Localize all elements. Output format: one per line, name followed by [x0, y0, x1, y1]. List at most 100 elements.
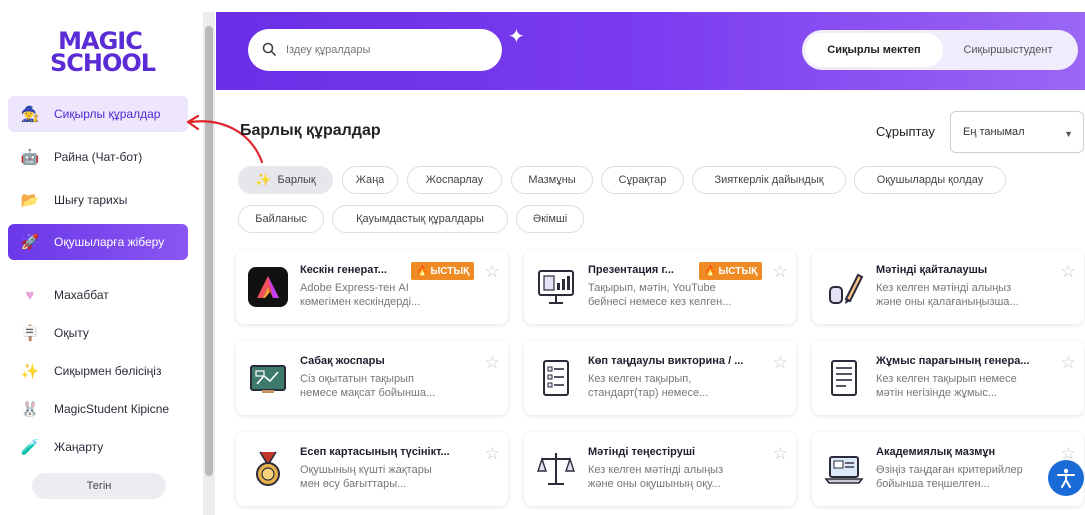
sidebar-item-training[interactable]: 🪧 Оқыту — [8, 315, 188, 351]
filter-chip-all[interactable]: ✨ Барлық — [238, 166, 333, 194]
card-title: Академиялық мазмұн — [876, 446, 996, 458]
card-title: Көп таңдаулы викторина / ... — [588, 355, 744, 367]
card-title: Жұмыс парағының генера... — [876, 355, 1030, 367]
heart-icon: ♥ — [25, 286, 35, 304]
card-description: Кез келген мәтінді алыңыз және оны қалаға… — [876, 282, 1019, 308]
tool-card-presentation-generator[interactable]: Презентация г... 🔥 ЫСТЫҚ Тақырып, мәтін, … — [524, 250, 796, 324]
card-description: Тақырып, мәтін, YouTube бейнесі немесе ке… — [588, 282, 732, 308]
filter-chip-new[interactable]: Жаңа — [342, 166, 398, 194]
robot-icon: 🤖 — [20, 149, 40, 166]
filter-chip-community-tools[interactable]: Қауымдастық құралдары — [332, 205, 508, 233]
sidebar-item-label: Махаббат — [54, 288, 109, 302]
sidebar-item-love[interactable]: ♥ Махаббат — [8, 277, 188, 313]
filter-chip-admin[interactable]: Әкімші — [516, 205, 584, 233]
hot-badge: 🔥 ЫСТЫҚ — [411, 262, 475, 280]
filter-chip-communication[interactable]: Байланыс — [238, 205, 324, 233]
tool-card-academic-content[interactable]: Академиялық мазмұн Өзіңіз таңдаған крите… — [812, 432, 1084, 506]
sort-value: Ең танымал — [963, 126, 1025, 138]
card-title: Сабақ жоспары — [300, 355, 385, 367]
sidebar-item-magicstudent-login[interactable]: 🐰 MagicStudent Кірісne — [8, 391, 188, 427]
sidebar-item-label: MagicStudent Кірісne — [54, 402, 170, 416]
tool-card-text-rewriter[interactable]: Мәтінді қайталаушы Кез келген мәтінді ал… — [812, 250, 1084, 324]
sidebar-item-label: Жаңарту — [54, 440, 104, 454]
sparkle-icon: ✨ — [20, 363, 40, 380]
card-description: Кез келген тақырып немесе мәтін негізінде… — [876, 373, 1017, 399]
medal-icon — [246, 447, 290, 491]
card-description: Кез келген тақырып, стандарт(тар) немесе.… — [588, 373, 709, 399]
card-title: Кескін генерат... — [300, 264, 387, 276]
presentation-icon — [534, 265, 578, 309]
mode-toggle[interactable]: Сиқырлы мектеп Сиқыршыстудент — [802, 30, 1078, 70]
sort-label: Сұрыптау — [876, 124, 935, 139]
favorite-star-icon[interactable]: ☆ — [485, 262, 500, 282]
card-title: Мәтінді қайталаушы — [876, 264, 988, 276]
chalkboard-icon — [246, 356, 290, 400]
tool-card-lesson-plan[interactable]: Сабақ жоспары Сіз оқытатын тақырып немесе… — [236, 341, 508, 415]
search-box[interactable] — [248, 29, 502, 71]
tool-card-worksheet-generator[interactable]: Жұмыс парағының генера... Кез келген тақ… — [812, 341, 1084, 415]
card-description: Adobe Express-тен AI көмегімен кескіндерд… — [300, 282, 421, 308]
magic-hat-icon: 🧙 — [20, 106, 40, 123]
scrollbar-thumb[interactable] — [205, 26, 213, 476]
header-banner: ✦ Сиқырлы мектеп Сиқыршыстудент — [216, 12, 1085, 90]
favorite-star-icon[interactable]: ☆ — [1061, 262, 1076, 282]
sort-select[interactable]: Ең танымал ▼ — [950, 111, 1084, 153]
accessibility-icon[interactable] — [1048, 460, 1084, 496]
card-title: Мәтінді теңестіруші — [588, 446, 696, 458]
favorite-star-icon[interactable]: ☆ — [1061, 353, 1076, 373]
search-input[interactable] — [286, 44, 476, 56]
card-description: Кез келген мәтінді алыңыз және оны оқушын… — [588, 464, 724, 490]
toggle-magic-student[interactable]: Сиқыршыстудент — [943, 33, 1073, 67]
fire-icon: 🔥 — [416, 265, 429, 277]
toggle-magic-school[interactable]: Сиқырлы мектеп — [805, 33, 943, 67]
page-title: Барлық құралдар — [240, 122, 381, 139]
card-description: Өзіңіз таңдаған критерийлер бойынша теңше… — [876, 464, 1023, 490]
filter-chip-intellectual-prep[interactable]: Зияткерлік дайындық — [692, 166, 846, 194]
card-title: Презентация г... — [588, 264, 674, 276]
free-plan-button[interactable]: Тегін — [32, 473, 166, 499]
tool-card-multiple-choice-quiz[interactable]: Көп таңдаулы викторина / ... Кез келген … — [524, 341, 796, 415]
tool-card-report-card-comments[interactable]: Есеп картасының түсінікт... Оқушының күш… — [236, 432, 508, 506]
sidebar-item-label: Шығу тарихы — [54, 193, 128, 207]
easel-icon: 🪧 — [20, 325, 40, 342]
pencil-icon — [822, 265, 866, 309]
laptop-icon — [822, 447, 866, 491]
chevron-down-icon: ▼ — [1064, 129, 1073, 139]
card-description: Оқушының күшті жақтары мен өсу бағыттары.… — [300, 464, 432, 490]
sidebar-item-share-magic[interactable]: ✨ Сиқырмен бөлісіңіз — [8, 353, 188, 389]
sidebar-scrollbar[interactable] — [203, 12, 215, 515]
filter-chip-planning[interactable]: Жоспарлау — [407, 166, 502, 194]
magicschool-logo[interactable]: MAGIC SCHOOL — [50, 29, 156, 75]
search-icon — [262, 42, 276, 59]
rocket-icon: 🚀 — [20, 234, 40, 251]
sidebar-item-magic-tools[interactable]: 🧙 Сиқырлы құралдар — [8, 96, 188, 132]
tool-card-text-leveler[interactable]: Мәтінді теңестіруші Кез келген мәтінді а… — [524, 432, 796, 506]
sidebar: MAGIC SCHOOL 🧙 Сиқырлы құралдар 🤖 Райна … — [0, 0, 202, 515]
favorite-star-icon[interactable]: ☆ — [773, 444, 788, 464]
tool-card-image-generator[interactable]: Кескін генерат... 🔥 ЫСТЫҚ Adobe Express-т… — [236, 250, 508, 324]
favorite-star-icon[interactable]: ☆ — [485, 444, 500, 464]
sidebar-item-label: Сиқырмен бөлісіңіз — [54, 364, 162, 378]
sidebar-item-send-to-students[interactable]: 🚀 Оқушыларға жіберу — [8, 224, 188, 260]
favorite-star-icon[interactable]: ☆ — [773, 262, 788, 282]
sidebar-item-label: Оқушыларға жіберу — [54, 235, 165, 249]
sidebar-item-history[interactable]: 📂 Шығу тарихы — [8, 182, 188, 218]
filter-chip-student-support[interactable]: Оқушыларды қолдау — [854, 166, 1006, 194]
filter-chip-content[interactable]: Мазмұны — [511, 166, 593, 194]
worksheet-icon — [822, 356, 866, 400]
filter-chip-questions[interactable]: Сұрақтар — [601, 166, 684, 194]
balance-icon — [534, 447, 578, 491]
sidebar-item-upgrade[interactable]: 🧪 Жаңарту — [8, 429, 188, 465]
favorite-star-icon[interactable]: ☆ — [773, 353, 788, 373]
folder-icon: 📂 — [20, 192, 40, 209]
card-title: Есеп картасының түсінікт... — [300, 446, 450, 458]
card-description: Сіз оқытатын тақырып немесе мақсат бойынш… — [300, 373, 436, 399]
hot-badge: 🔥 ЫСТЫҚ — [699, 262, 763, 280]
sidebar-item-label: Райна (Чат-бот) — [54, 150, 143, 164]
favorite-star-icon[interactable]: ☆ — [485, 353, 500, 373]
fire-icon: 🔥 — [704, 265, 717, 277]
sidebar-item-raina-chatbot[interactable]: 🤖 Райна (Чат-бот) — [8, 139, 188, 175]
sidebar-item-label: Оқыту — [54, 326, 89, 340]
adobe-express-icon — [246, 265, 290, 309]
potion-icon: 🧪 — [20, 439, 40, 456]
